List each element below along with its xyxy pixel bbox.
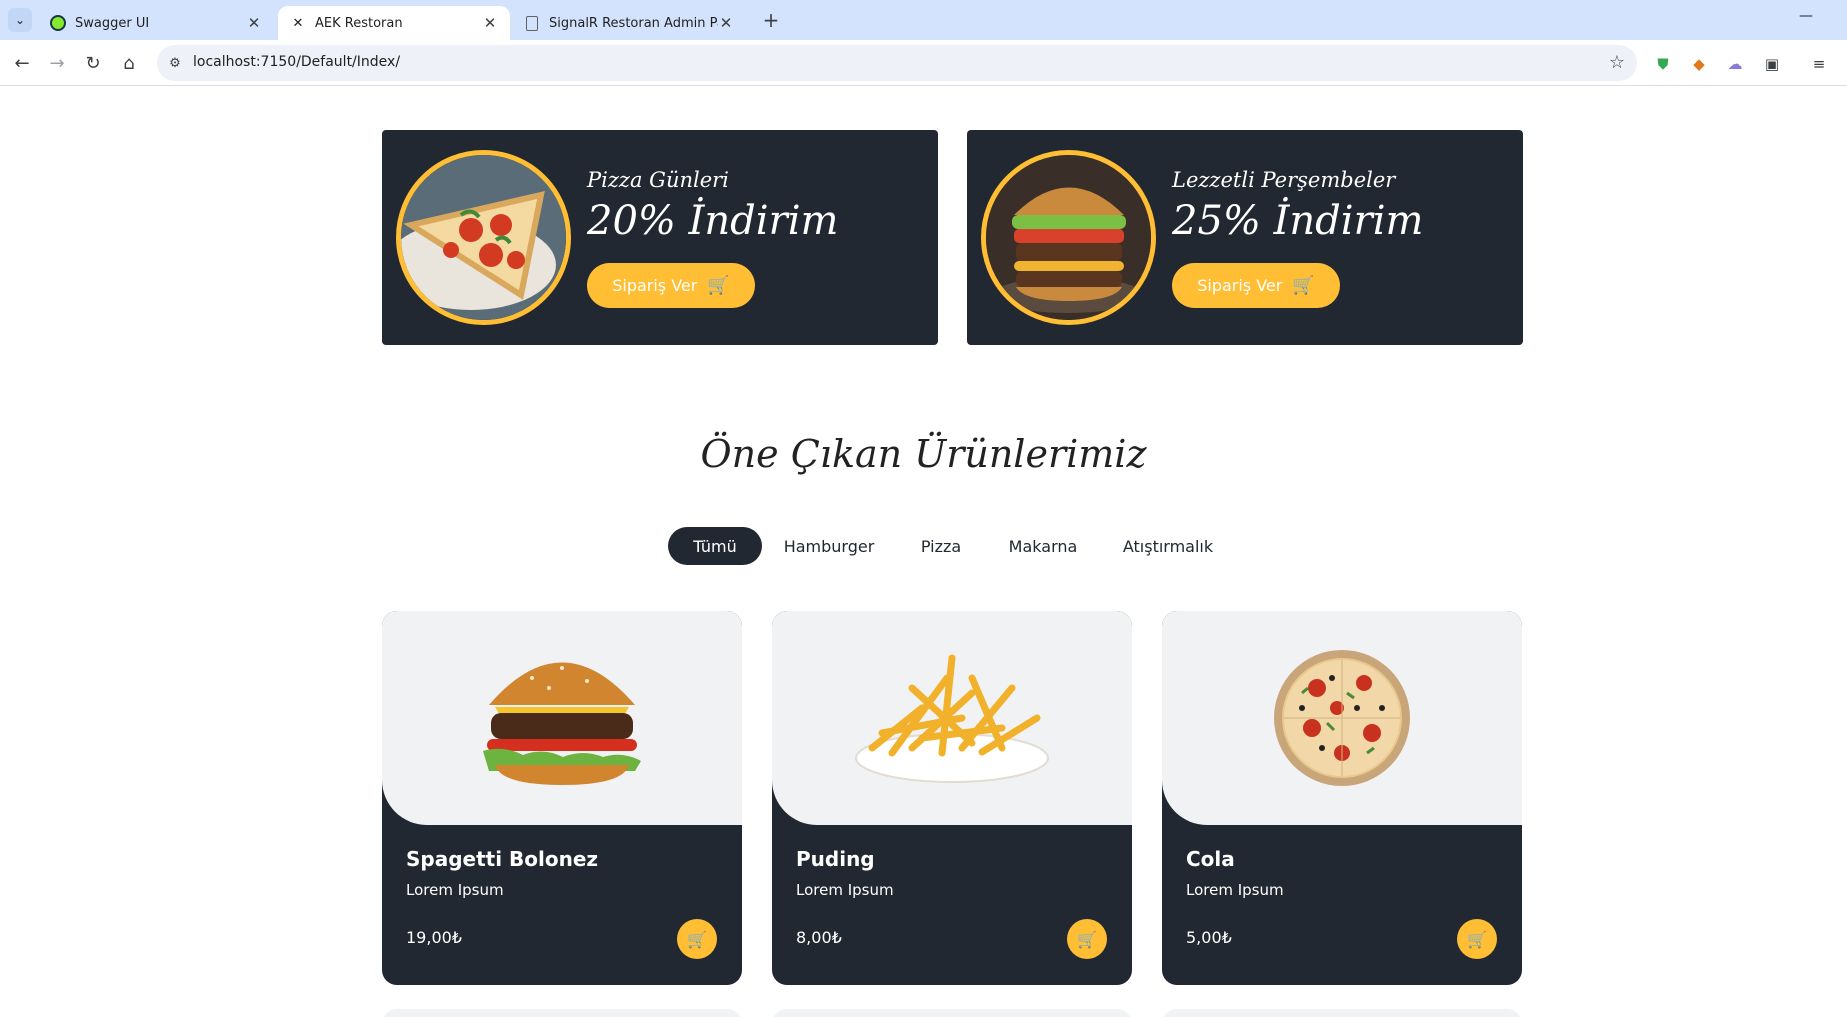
address-bar[interactable]: ⚙ localhost:7150/Default/Index/ ☆ xyxy=(157,45,1637,81)
tab-title: Swagger UI xyxy=(75,15,150,31)
product-card: Puding Lorem Ipsum 8,00₺ 🛒 xyxy=(772,611,1132,985)
order-button[interactable]: Sipariş Ver 🛒 xyxy=(587,263,755,308)
add-to-cart-button[interactable]: 🛒 xyxy=(677,919,717,959)
tab-close-icon[interactable]: ✕ xyxy=(482,14,498,32)
tab-title: SignalR Restoran Admin Paneli xyxy=(549,15,718,31)
bookmark-star-icon[interactable]: ☆ xyxy=(1609,52,1625,73)
browser-toolbar: ← → ↻ ⌂ ⚙ localhost:7150/Default/Index/ … xyxy=(0,40,1847,86)
site-info-icon[interactable]: ⚙ xyxy=(166,54,184,72)
product-card-next-row xyxy=(1162,1009,1522,1017)
document-icon xyxy=(526,15,538,31)
filter-makarna[interactable]: Makarna xyxy=(998,527,1088,565)
home-icon[interactable]: ⌂ xyxy=(115,49,143,77)
tab-title: AEK Restoran xyxy=(315,15,403,31)
cloud-extension-icon[interactable]: ☁ xyxy=(1724,53,1746,75)
tab-search-chevron-icon[interactable]: ⌄ xyxy=(8,8,32,32)
product-image-pizza xyxy=(1162,611,1522,825)
url-text[interactable]: localhost:7150/Default/Index/ xyxy=(193,54,400,70)
filter-pizza[interactable]: Pizza xyxy=(906,527,976,565)
cart-icon: 🛒 xyxy=(687,929,707,949)
offer-card-pizza: Pizza Günleri 20% İndirim Sipariş Ver 🛒 xyxy=(382,130,938,345)
tab-close-icon[interactable]: ✕ xyxy=(718,14,734,32)
product-price: 19,00₺ xyxy=(406,928,462,947)
order-button-label: Sipariş Ver xyxy=(1197,276,1283,295)
new-tab-icon[interactable]: + xyxy=(758,8,784,32)
product-description: Lorem Ipsum xyxy=(796,881,894,899)
browser-tab-strip: ⌄ Swagger UI ✕ ✕ AEK Restoran ✕ SignalR … xyxy=(0,0,1847,40)
product-card-next-row xyxy=(382,1009,742,1017)
offer-card-burger: Lezzetli Perşembeler 25% İndirim Sipariş… xyxy=(967,130,1523,345)
offer-text: Lezzetli Perşembeler 25% İndirim xyxy=(1172,168,1423,244)
cart-icon: 🛒 xyxy=(1077,929,1097,949)
product-description: Lorem Ipsum xyxy=(1186,881,1284,899)
product-name: Cola xyxy=(1186,847,1235,871)
forward-arrow-icon[interactable]: → xyxy=(43,49,71,77)
product-image-fries xyxy=(772,611,1132,825)
product-price: 8,00₺ xyxy=(796,928,842,947)
product-card: Spagetti Bolonez Lorem Ipsum 19,00₺ 🛒 xyxy=(382,611,742,985)
media-control-icon[interactable]: ≡ xyxy=(1808,53,1830,75)
offer-subtitle: Pizza Günleri xyxy=(587,168,729,192)
cross-utensils-icon: ✕ xyxy=(292,15,304,31)
offer-image-burger xyxy=(981,150,1156,325)
tab-aek-restoran[interactable]: ✕ AEK Restoran ✕ xyxy=(278,6,510,40)
offer-subtitle: Lezzetli Perşembeler xyxy=(1172,168,1396,192)
offer-headline: 20% İndirim xyxy=(587,198,839,244)
swagger-icon xyxy=(50,15,66,31)
page-content: Pizza Günleri 20% İndirim Sipariş Ver 🛒 xyxy=(0,87,1847,1017)
order-button[interactable]: Sipariş Ver 🛒 xyxy=(1172,263,1340,308)
shield-extension-icon[interactable]: ⛊ xyxy=(1652,53,1674,75)
filter-atistirmalik[interactable]: Atıştırmalık xyxy=(1112,527,1224,565)
product-name: Puding xyxy=(796,847,875,871)
offer-headline: 25% İndirim xyxy=(1172,198,1424,244)
order-button-label: Sipariş Ver xyxy=(612,276,698,295)
filter-hamburger[interactable]: Hamburger xyxy=(776,527,882,565)
add-to-cart-button[interactable]: 🛒 xyxy=(1067,919,1107,959)
tab-signalr-admin[interactable]: SignalR Restoran Admin Paneli ✕ xyxy=(514,6,746,40)
filter-all[interactable]: Tümü xyxy=(668,527,762,565)
reload-icon[interactable]: ↻ xyxy=(79,49,107,77)
product-card-next-row xyxy=(772,1009,1132,1017)
offer-text: Pizza Günleri 20% İndirim xyxy=(587,168,838,244)
cart-icon: 🛒 xyxy=(1467,929,1487,949)
back-arrow-icon[interactable]: ← xyxy=(8,49,36,77)
product-image-burger xyxy=(382,611,742,825)
cart-icon: 🛒 xyxy=(707,275,730,296)
tab-close-icon[interactable]: ✕ xyxy=(246,14,262,32)
product-card: Cola Lorem Ipsum 5,00₺ 🛒 xyxy=(1162,611,1522,985)
offer-image-pizza-slice xyxy=(396,150,571,325)
puzzle-extension-icon[interactable]: ▣ xyxy=(1761,53,1783,75)
product-description: Lorem Ipsum xyxy=(406,881,504,899)
fox-extension-icon[interactable]: ◆ xyxy=(1688,53,1710,75)
tab-swagger[interactable]: Swagger UI ✕ xyxy=(38,6,274,40)
product-name: Spagetti Bolonez xyxy=(406,847,599,871)
product-price: 5,00₺ xyxy=(1186,928,1232,947)
minimize-icon[interactable]: — xyxy=(1796,8,1816,32)
add-to-cart-button[interactable]: 🛒 xyxy=(1457,919,1497,959)
category-filters: Tümü Hamburger Pizza Makarna Atıştırmalı… xyxy=(0,527,1847,565)
section-title: Öne Çıkan Ürünlerimiz xyxy=(700,432,1147,476)
cart-icon: 🛒 xyxy=(1292,275,1315,296)
